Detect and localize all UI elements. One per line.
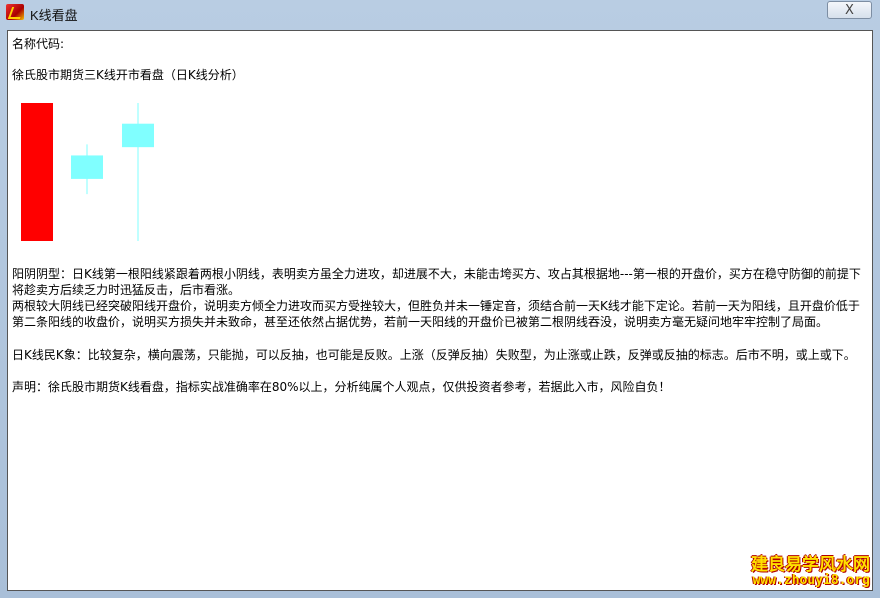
disclaimer-text: 声明：徐氏股市期货K线看盘，指标实战准确率在80%以上，分析纯属个人观点，仅供投… <box>12 380 671 394</box>
candle-body <box>122 123 154 148</box>
title-bar[interactable]: K线看盘 X <box>0 0 880 28</box>
candlestick-chart <box>21 103 154 241</box>
watermark-url: www.zhouyi8.org <box>752 573 870 588</box>
content-area: 名称代码: 徐氏股市期货三K线开市看盘（日K线分析） 阳阴阴型：日K线第一根阳线… <box>7 30 873 591</box>
close-button[interactable]: X <box>827 1 872 19</box>
site-watermark: 建良易学风水网 www.zhouyi8.org <box>751 556 870 588</box>
window-title: K线看盘 <box>30 8 78 23</box>
watermark-site-name: 建良易学风水网 <box>751 555 870 575</box>
close-icon: X <box>845 2 854 18</box>
candle-body <box>21 103 53 241</box>
app-logo-icon <box>6 4 24 20</box>
k-line-window: K线看盘 X 名称代码: 徐氏股市期货三K线开市看盘（日K线分析） 阳阴阴型：日… <box>0 0 880 598</box>
daily-k-description: 日K线民K象：比较复杂，横向震荡，只能抛，可以反抽，也可能是反败。上涨（反弹反抽… <box>12 348 856 362</box>
candle-body <box>71 155 103 179</box>
pattern-description-2: 两根较大阴线已经突破阳线开盘价，说明卖方倾全力进攻而买方受挫较大，但胜负并未一锤… <box>12 299 860 329</box>
pattern-description-1: 阳阴阴型：日K线第一根阳线紧跟着两根小阴线，表明卖方虽全力进攻，却进展不大，未能… <box>12 267 861 297</box>
